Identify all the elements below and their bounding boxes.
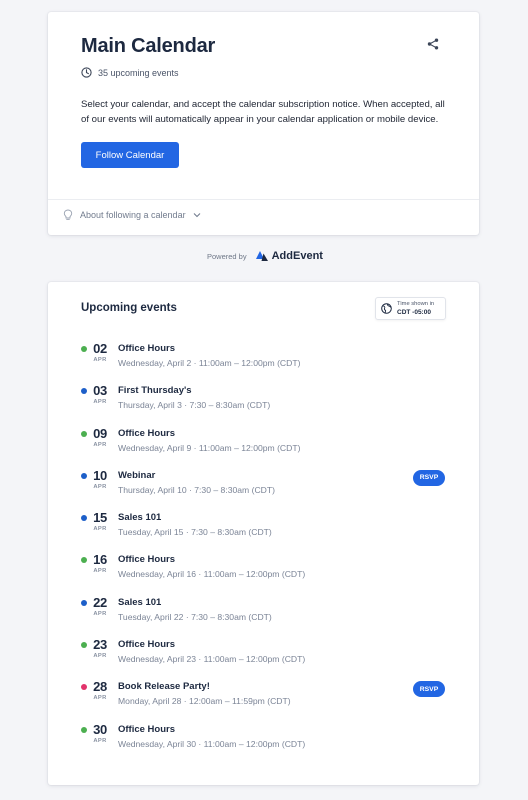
event-day: 16 [93, 552, 107, 568]
share-icon [427, 38, 439, 50]
event-title[interactable]: Office Hours [118, 343, 175, 354]
event-day: 10 [93, 467, 107, 483]
upcoming-count-text: 35 upcoming events [98, 67, 179, 78]
event-time: Monday, April 28 · 12:00am – 11:59pm (CD… [118, 696, 291, 707]
clock-icon [81, 67, 92, 78]
event-month: APR [93, 526, 107, 533]
event-time: Tuesday, April 15 · 7:30 – 8:30am (CDT) [118, 527, 272, 538]
timezone-selector[interactable]: Time shown in CDT -05:00 [375, 297, 446, 320]
event-month: APR [93, 568, 107, 575]
event-row[interactable]: 15 APR Sales 101 Tuesday, April 15 · 7:30 –… [48, 508, 479, 550]
event-month: APR [93, 483, 107, 490]
timezone-label: Time shown in [397, 301, 435, 307]
event-color-dot [81, 346, 87, 352]
event-time: Wednesday, April 2 · 11:00am – 12:00pm (… [118, 358, 301, 368]
event-title[interactable]: Office Hours [118, 554, 175, 565]
event-row[interactable]: 23 APR Office Hours Wednesday, April 23 · 1… [48, 635, 479, 677]
event-time: Wednesday, April 23 · 11:00am – 12:00pm … [118, 654, 306, 665]
about-following-toggle[interactable]: About following a calendar [63, 209, 201, 221]
event-color-dot [81, 726, 87, 733]
event-time: Tuesday, April 22 · 7:30 – 8:30am (CDT) [118, 611, 272, 622]
event-color-dot [81, 642, 87, 649]
event-row[interactable]: 10 APR Webinar Thursday, April 10 · 7:30 – … [48, 466, 479, 508]
calendar-description: Select your calendar, and accept the cal… [81, 99, 445, 125]
event-title[interactable]: First Thursday's [118, 385, 192, 396]
event-color-dot [81, 684, 87, 691]
event-title[interactable]: Office Hours [118, 724, 175, 735]
powered-by-label: Powered by [207, 251, 247, 261]
event-title[interactable]: Office Hours [118, 639, 175, 650]
event-title[interactable]: Office Hours [118, 428, 175, 439]
event-color-dot [81, 388, 87, 395]
divider [48, 199, 479, 200]
chevron-down-icon [193, 212, 201, 218]
about-following-label: About following a calendar [80, 210, 186, 220]
event-month: APR [93, 441, 107, 448]
event-color-dot [81, 599, 87, 606]
follow-calendar-button[interactable]: Follow Calendar [81, 142, 179, 168]
event-month: APR [93, 399, 107, 406]
event-month: APR [93, 653, 107, 660]
event-row[interactable]: 03 APR First Thursday's Thursday, April 3 ·… [48, 381, 479, 423]
event-day: 15 [93, 510, 107, 526]
event-row[interactable]: 02 APR Office Hours Wednesday, April 2 · 11… [48, 339, 479, 381]
event-day: 30 [93, 721, 107, 737]
event-row[interactable]: 16 APR Office Hours Wednesday, April 16 · 1… [48, 550, 479, 592]
event-day: 09 [93, 425, 107, 441]
upcoming-events-title: Upcoming events [81, 302, 177, 314]
addevent-logo[interactable]: AddEvent [255, 250, 323, 262]
share-button[interactable] [425, 36, 441, 52]
event-title[interactable]: Sales 101 [118, 597, 161, 608]
event-month: APR [93, 357, 107, 363]
event-day: 03 [93, 383, 107, 399]
event-row[interactable]: 28 APR Book Release Party! Monday, April 28… [48, 677, 479, 719]
event-time: Wednesday, April 9 · 11:00am – 12:00pm (… [118, 442, 301, 453]
lightbulb-icon [63, 209, 73, 221]
event-row[interactable]: 22 APR Sales 101 Tuesday, April 22 · 7:30 –… [48, 593, 479, 635]
rsvp-button[interactable]: RSVP [413, 681, 445, 698]
event-time: Thursday, April 3 · 7:30 – 8:30am (CDT) [118, 400, 271, 411]
event-title[interactable]: Book Release Party! [118, 681, 210, 692]
event-month: APR [93, 737, 107, 744]
calendar-card: Main Calendar 35 upcoming events Select … [48, 12, 479, 235]
addevent-brand: AddEvent [271, 250, 323, 262]
event-day: 23 [93, 637, 107, 653]
calendar-title: Main Calendar [81, 35, 216, 57]
event-month: APR [93, 610, 107, 617]
event-color-dot [81, 515, 87, 522]
powered-by: Powered by AddEvent [207, 250, 323, 262]
addevent-logo-icon [255, 251, 268, 261]
globe-icon [381, 303, 392, 314]
event-color-dot [81, 430, 87, 437]
event-time: Wednesday, April 16 · 11:00am – 12:00pm … [118, 569, 306, 580]
event-row[interactable]: 30 APR Office Hours Wednesday, April 30 · 1… [48, 720, 479, 762]
event-title[interactable]: Sales 101 [118, 512, 161, 523]
event-time: Wednesday, April 30 · 11:00am – 12:00pm … [118, 738, 306, 749]
event-row[interactable]: 09 APR Office Hours Wednesday, April 9 · 11… [48, 424, 479, 466]
event-day: 22 [93, 594, 107, 610]
event-day: 28 [93, 679, 107, 695]
event-color-dot [81, 472, 87, 479]
upcoming-events-card: Upcoming events Time shown in CDT -05:00… [48, 282, 479, 785]
event-color-dot [81, 557, 87, 564]
event-title[interactable]: Webinar [118, 470, 155, 481]
event-time: Thursday, April 10 · 7:30 – 8:30am (CDT) [118, 484, 275, 495]
timezone-value: CDT -05:00 [397, 308, 431, 316]
event-month: APR [93, 695, 107, 702]
upcoming-count: 35 upcoming events [81, 67, 179, 78]
rsvp-button[interactable]: RSVP [413, 469, 445, 486]
event-list: 02 APR Office Hours Wednesday, April 2 · 11… [48, 339, 479, 762]
event-day: 02 [93, 341, 107, 356]
